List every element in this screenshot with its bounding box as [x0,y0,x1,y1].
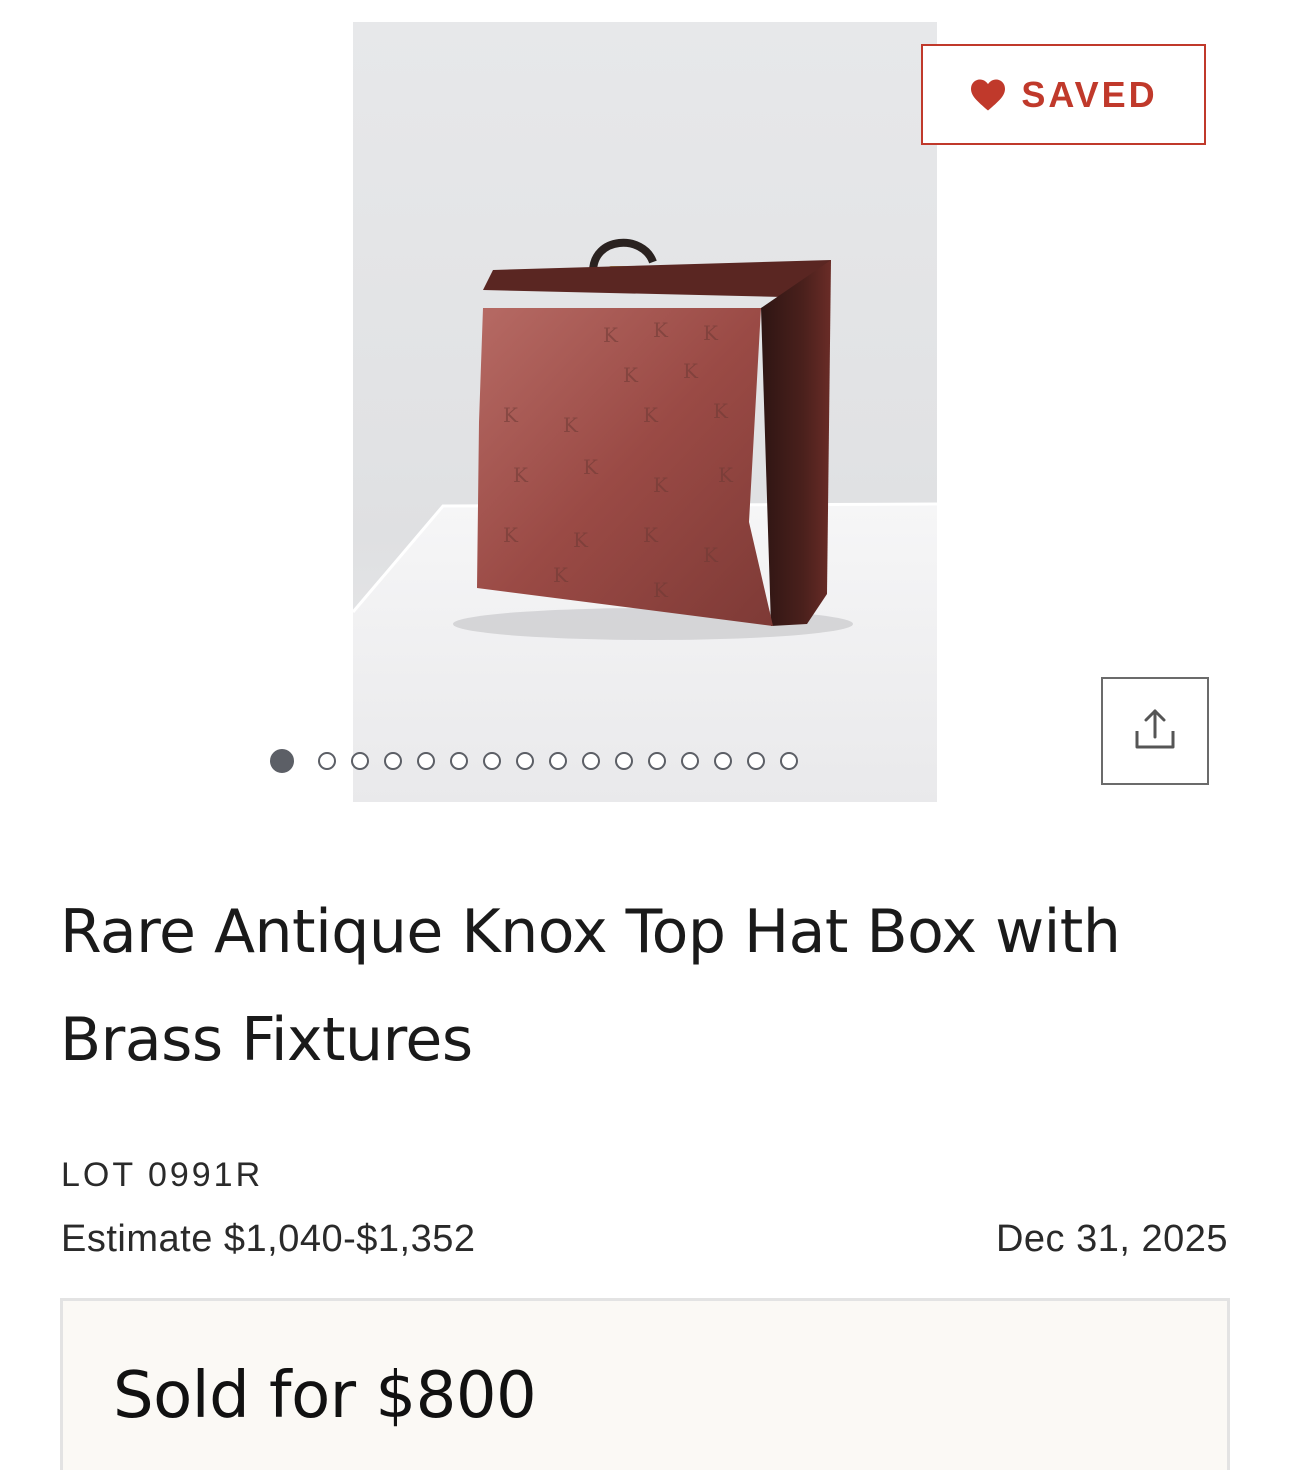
share-icon [1131,705,1179,758]
lot-detail-page: KKK KK KKKK KKKK KKKK KK SAVED Rare Anti… [0,0,1290,1470]
saved-button[interactable]: SAVED [921,44,1206,145]
carousel-dot-13[interactable] [681,752,699,770]
carousel-dot-2[interactable] [318,752,336,770]
svg-text:K: K [563,413,579,437]
svg-text:K: K [653,318,669,342]
svg-text:K: K [643,403,659,427]
svg-text:K: K [583,455,599,479]
svg-text:K: K [503,523,519,547]
carousel-dot-11[interactable] [615,752,633,770]
carousel-dot-1[interactable] [270,749,294,773]
carousel-dot-10[interactable] [582,752,600,770]
carousel-dot-6[interactable] [450,752,468,770]
carousel-dot-4[interactable] [384,752,402,770]
svg-text:K: K [713,399,729,423]
svg-text:K: K [653,578,669,602]
result-panel: Sold for $800 [60,1298,1230,1470]
carousel-dot-16[interactable] [780,752,798,770]
carousel-dot-12[interactable] [648,752,666,770]
carousel-dot-14[interactable] [714,752,732,770]
svg-text:K: K [623,363,639,387]
svg-text:K: K [683,359,699,383]
lot-photo[interactable]: KKK KK KKKK KKKK KKKK KK [353,22,937,802]
saved-label: SAVED [1021,73,1158,115]
estimate-text: Estimate $1,040-$1,352 [61,1218,476,1260]
svg-text:K: K [643,523,659,547]
lot-number: LOT 0991R [61,1156,264,1194]
svg-text:K: K [573,528,589,552]
carousel-dot-7[interactable] [483,752,501,770]
heart-icon [969,78,1007,112]
svg-text:K: K [513,463,529,487]
svg-text:K: K [718,463,734,487]
carousel-dot-3[interactable] [351,752,369,770]
hat-box-image: KKK KK KKKK K KK K K K KK KK [353,238,937,802]
svg-text:K: K [603,323,619,347]
svg-text:K: K [703,321,719,345]
svg-text:K: K [703,543,719,567]
svg-text:K: K [503,403,519,427]
share-button[interactable] [1101,677,1209,785]
carousel-dot-9[interactable] [549,752,567,770]
lot-title: Rare Antique Knox Top Hat Box with Brass… [60,897,1121,1075]
carousel-dots [270,748,813,774]
carousel-dot-8[interactable] [516,752,534,770]
carousel-dot-5[interactable] [417,752,435,770]
carousel-dot-15[interactable] [747,752,765,770]
sale-date: Dec 31, 2025 [995,1218,1228,1260]
svg-text:K: K [553,563,569,587]
sold-price: Sold for $800 [113,1359,537,1433]
svg-text:K: K [653,473,669,497]
